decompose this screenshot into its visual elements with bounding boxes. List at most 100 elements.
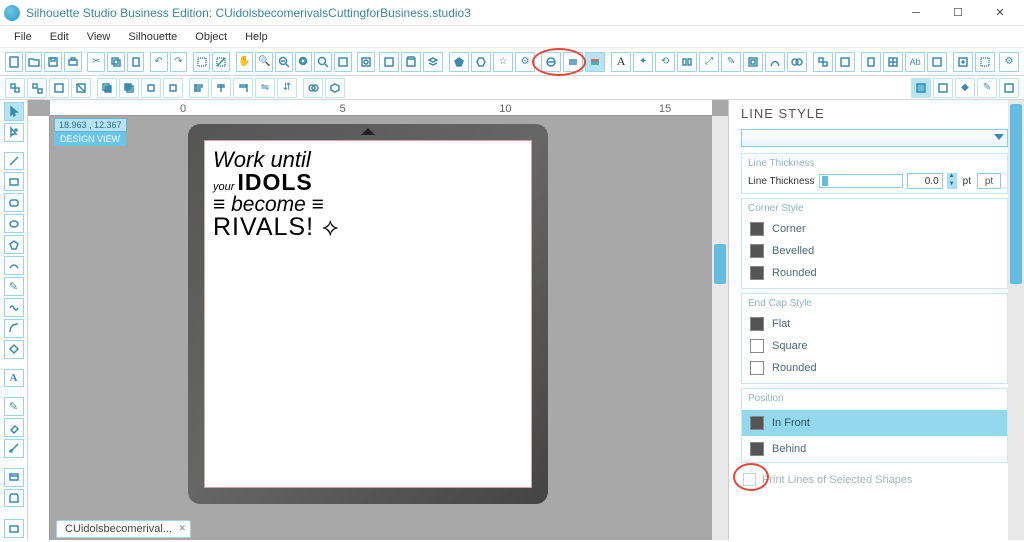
rounded-rect-tool[interactable]: [4, 193, 24, 212]
arc-tool[interactable]: [4, 319, 24, 338]
print-button[interactable]: [64, 52, 82, 72]
fill-gradient-button[interactable]: [933, 78, 953, 98]
polygon-tool[interactable]: [4, 235, 24, 254]
offset-button[interactable]: [743, 52, 763, 72]
menu-silhouette[interactable]: Silhouette: [122, 29, 183, 45]
nest-button[interactable]: [835, 52, 855, 72]
zoom-selection-button[interactable]: [295, 52, 313, 72]
weld-button[interactable]: [303, 78, 323, 98]
print-lines-checkbox-row[interactable]: Print Lines of Selected Shapes: [741, 467, 1008, 492]
document-tab[interactable]: CUidolsbecomerival...✕: [56, 520, 191, 538]
zoom-drag-button[interactable]: [314, 52, 332, 72]
corner-option-bevelled[interactable]: Bevelled: [748, 240, 1001, 262]
tab-close-icon[interactable]: ✕: [178, 523, 186, 534]
freehand-tool[interactable]: ✎: [4, 277, 24, 296]
select-all-button[interactable]: [193, 52, 211, 72]
shape-pentagon-button[interactable]: [449, 52, 469, 72]
menu-edit[interactable]: Edit: [44, 29, 75, 45]
open-button[interactable]: [25, 52, 43, 72]
zoom-in-button[interactable]: 🔍: [255, 52, 273, 72]
sketch-button[interactable]: [999, 78, 1019, 98]
shape-star-button[interactable]: ☆: [493, 52, 513, 72]
select-tool[interactable]: [4, 102, 24, 121]
send-tool[interactable]: [4, 519, 24, 538]
page-button[interactable]: [861, 52, 881, 72]
line-tool[interactable]: [4, 152, 24, 171]
shape-hexagon-button[interactable]: [471, 52, 491, 72]
endcap-option-square[interactable]: Square: [748, 335, 1001, 357]
order-back-button[interactable]: [119, 78, 139, 98]
trace-button[interactable]: [765, 52, 785, 72]
registration-button[interactable]: Ab: [905, 52, 925, 72]
paste-button[interactable]: [127, 52, 145, 72]
endcap-option-flat[interactable]: Flat: [748, 313, 1001, 335]
design-page[interactable]: Work until your IDOLS ≡ become ≡ RIVALS!…: [204, 140, 532, 488]
close-button[interactable]: ✕: [980, 2, 1020, 24]
order-backward-button[interactable]: [163, 78, 183, 98]
draw-note-tool[interactable]: ✎: [4, 397, 24, 416]
canvas-scrollbar-vertical[interactable]: [712, 116, 728, 540]
flip-v-button[interactable]: ⇵: [277, 78, 297, 98]
transform-button[interactable]: ✦: [633, 52, 653, 72]
group-button[interactable]: [5, 78, 25, 98]
panel-scrollbar[interactable]: [1008, 100, 1024, 540]
deselect-button[interactable]: [212, 52, 230, 72]
menu-object[interactable]: Object: [189, 29, 233, 45]
artwork-text[interactable]: Work until your IDOLS ≡ become ≡ RIVALS!…: [213, 149, 340, 240]
align-center-button[interactable]: [211, 78, 231, 98]
pixscan-button[interactable]: [953, 52, 973, 72]
menu-help[interactable]: Help: [239, 29, 274, 45]
align-right-button[interactable]: [233, 78, 253, 98]
compound-button[interactable]: [49, 78, 69, 98]
shape-gear-button[interactable]: ⚙: [515, 52, 535, 72]
3d-button[interactable]: [325, 78, 345, 98]
menu-view[interactable]: View: [81, 29, 117, 45]
redo-button[interactable]: ↷: [170, 52, 188, 72]
extra1-button[interactable]: [927, 52, 947, 72]
store-tool[interactable]: [4, 489, 24, 508]
rotate-button[interactable]: ⟲: [655, 52, 675, 72]
ellipse-tool[interactable]: [4, 214, 24, 233]
unit-button[interactable]: pt: [977, 173, 1001, 189]
line-style-button2[interactable]: [563, 52, 583, 72]
thickness-spinner[interactable]: ▲▼: [947, 173, 957, 189]
new-button[interactable]: [5, 52, 23, 72]
eraser-tool[interactable]: [4, 418, 24, 437]
thickness-slider[interactable]: [819, 174, 903, 188]
corner-option-corner[interactable]: Corner: [748, 218, 1001, 240]
edit-points-tool[interactable]: [4, 123, 24, 142]
scale-button[interactable]: ⤢: [699, 52, 719, 72]
align-button[interactable]: [677, 52, 697, 72]
flip-h-button[interactable]: ⇋: [255, 78, 275, 98]
maximize-button[interactable]: ☐: [938, 2, 978, 24]
replicate-button[interactable]: [813, 52, 833, 72]
pan-button[interactable]: ✋: [236, 52, 254, 72]
cut-button[interactable]: ✂: [87, 52, 105, 72]
text-tool[interactable]: A: [4, 369, 24, 388]
line-style-panel-button[interactable]: [585, 52, 605, 72]
preferences-button[interactable]: ⚙: [999, 52, 1019, 72]
ungroup-button[interactable]: [27, 78, 47, 98]
text-button[interactable]: A: [611, 52, 631, 72]
corner-option-rounded[interactable]: Rounded: [748, 262, 1001, 284]
curve-tool[interactable]: [4, 256, 24, 275]
order-forward-button[interactable]: [141, 78, 161, 98]
align-left-button[interactable]: [189, 78, 209, 98]
print-lines-checkbox[interactable]: [743, 473, 756, 486]
line-color-button[interactable]: ✎: [977, 78, 997, 98]
copy-button[interactable]: [107, 52, 125, 72]
layers-button[interactable]: [423, 52, 443, 72]
endcap-option-rounded[interactable]: Rounded: [748, 357, 1001, 379]
minimize-button[interactable]: ─: [896, 2, 936, 24]
fill-color-button[interactable]: [911, 78, 931, 98]
order-front-button[interactable]: [97, 78, 117, 98]
rectangle-tool[interactable]: [4, 172, 24, 191]
fill-pattern-button[interactable]: ◆: [955, 78, 975, 98]
library-tool[interactable]: [4, 468, 24, 487]
grid-button[interactable]: [883, 52, 903, 72]
save-button[interactable]: [44, 52, 62, 72]
knife-tool[interactable]: [4, 439, 24, 458]
thickness-input[interactable]: 0.0: [907, 173, 943, 189]
position-option-front[interactable]: In Front: [742, 410, 1007, 436]
smooth-tool[interactable]: [4, 298, 24, 317]
